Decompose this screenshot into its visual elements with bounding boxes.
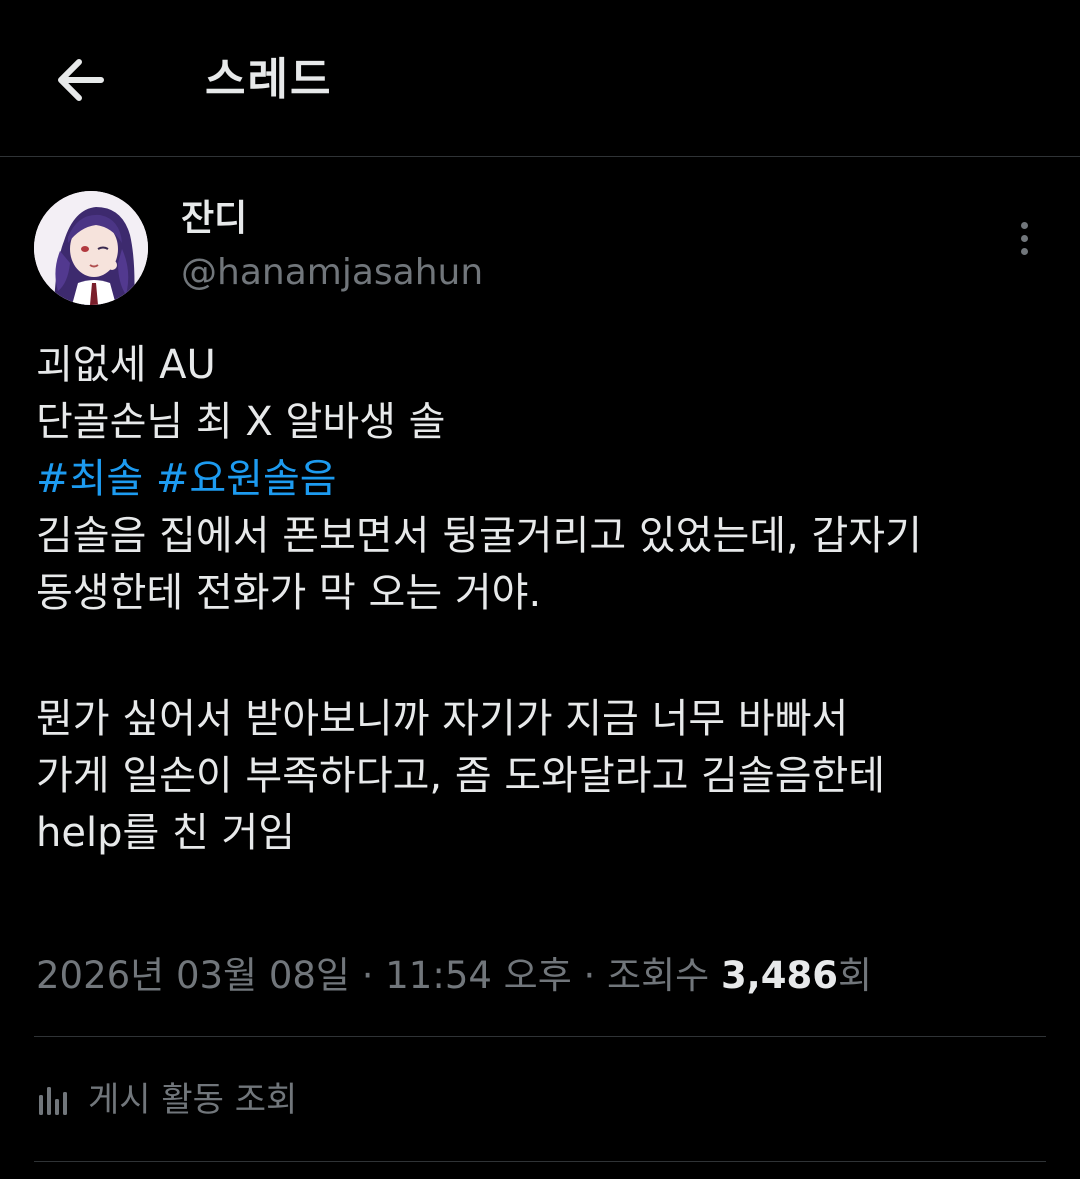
top-bar: 스레드 [0,0,1080,157]
more-options-button[interactable] [1002,214,1046,262]
page-title: 스레드 [205,54,333,105]
post-line: 뭔가 싶어서 받아보니까 자기가 지금 너무 바빠서 [36,696,849,742]
hashtag-link[interactable]: #최솔 [36,456,143,502]
author-handle[interactable]: @hanamjasahun [181,250,483,296]
arrow-left-icon [58,59,104,101]
views-count: 3,486 [720,954,838,997]
meta-separator: · [583,954,596,997]
meta-separator: · [361,954,374,997]
post-metadata: 2026년 03월 08일 · 11:54 오후 · 조회수 3,486회 [36,950,872,1002]
views-suffix: 회 [837,954,873,997]
post-line: 괴없세 AU [36,342,216,388]
divider [34,1161,1046,1162]
divider [34,1036,1046,1037]
author-display-name[interactable]: 잔디 [181,196,247,242]
post-line: 동생한테 전화가 막 오는 거야. [36,570,542,616]
hashtag-line: #최솔 #요원솔음 [36,451,1046,508]
more-vertical-icon [1020,221,1028,229]
post-line: 가게 일손이 부족하다고, 좀 도와달라고 김솔음한테 [36,753,886,799]
more-vertical-icon-dot [1020,247,1028,255]
more-vertical-icon-dot [1020,234,1028,242]
post-line: 단골손님 최 X 알바생 솔 [36,399,446,445]
post-line: 김솔음 집에서 폰보면서 뒹굴거리고 있었는데, 갑자기 [36,513,922,559]
back-button[interactable] [48,48,112,112]
post-time[interactable]: 11:54 오후 [385,954,571,997]
post-line: help를 친 거임 [36,810,296,856]
bar-chart-icon [39,1087,67,1115]
view-post-activity-button[interactable]: 게시 활동 조회 [34,1072,297,1128]
views-label: 조회수 [607,954,710,997]
avatar-illustration [34,191,148,305]
activity-label: 게시 활동 조회 [88,1080,298,1120]
post-date[interactable]: 2026년 03월 08일 [36,954,350,997]
hashtag-link[interactable]: #요원솔음 [156,456,337,502]
avatar[interactable] [34,191,148,305]
post-text: 괴없세 AU 단골손님 최 X 알바생 솔 #최솔 #요원솔음 김솔음 집에서 … [36,337,1046,862]
